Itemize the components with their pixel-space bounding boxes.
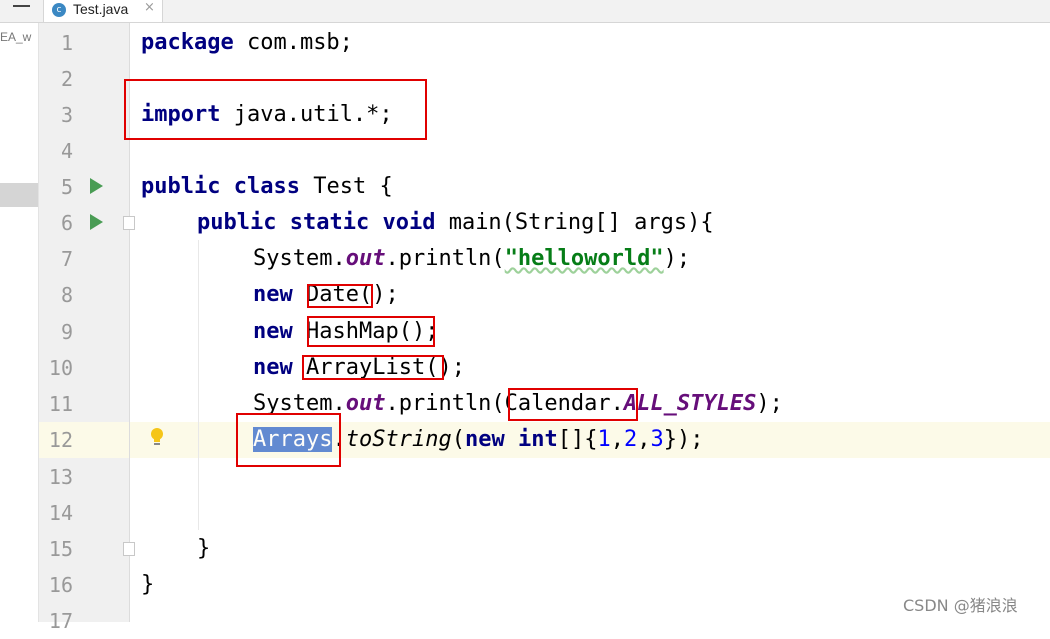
minimize-icon[interactable]	[13, 5, 30, 7]
number-literal: 3	[650, 427, 664, 452]
code-text: }	[141, 572, 155, 597]
code-text: System.	[253, 246, 346, 271]
keyword: void	[382, 210, 436, 235]
line-number: 9	[60, 320, 73, 344]
annotation-box-arrays	[236, 413, 341, 467]
line-number: 8	[60, 283, 73, 307]
code-line-1[interactable]: package com.msb;	[141, 25, 353, 61]
line-number: 1	[60, 31, 73, 55]
line-number: 6	[60, 211, 73, 235]
code-line-6[interactable]: public static void main(String[] args){	[197, 205, 714, 241]
keyword: new	[253, 355, 293, 380]
tab-test-java[interactable]: c Test.java ×	[43, 0, 163, 22]
keyword: public	[141, 174, 221, 199]
keyword: new	[464, 427, 505, 452]
code-text: (	[451, 427, 465, 452]
line-number: 13	[48, 465, 73, 489]
project-tree-selection[interactable]	[0, 183, 38, 207]
keyword: new	[253, 282, 293, 307]
tab-label: Test.java	[73, 1, 129, 17]
code-text: main(String[] args){	[435, 210, 714, 235]
number-literal: 2	[623, 427, 638, 452]
keyword: public	[197, 210, 277, 235]
project-tree-item[interactable]: EA_w	[0, 30, 31, 44]
keyword: static	[289, 210, 370, 235]
code-line-16[interactable]: }	[141, 567, 154, 603]
line-number: 7	[60, 247, 73, 271]
code-text: ,	[610, 427, 624, 452]
fold-icon[interactable]	[123, 542, 135, 556]
line-number: 10	[48, 356, 73, 380]
run-main-icon[interactable]	[90, 214, 103, 230]
line-number: 2	[60, 67, 73, 91]
line-number: 17	[48, 609, 73, 633]
annotation-box-date	[307, 284, 373, 308]
code-line-5[interactable]: public class Test {	[141, 169, 393, 205]
code-text: Test {	[299, 174, 393, 199]
code-text: com.msb;	[233, 30, 353, 55]
watermark: CSDN @猪浪浪	[903, 596, 1018, 615]
code-text: .println(	[385, 246, 505, 271]
code-text: ,	[637, 427, 651, 452]
lightbulb-icon[interactable]	[149, 427, 165, 447]
line-number: 12	[48, 428, 73, 452]
code-text: }	[197, 536, 211, 561]
editor-tab-bar: c Test.java ×	[0, 0, 1050, 23]
code-text: });	[663, 427, 704, 452]
code-line-15[interactable]: }	[197, 531, 210, 567]
line-number: 14	[48, 501, 73, 525]
fold-icon[interactable]	[123, 216, 135, 230]
annotation-box-hashmap	[307, 316, 435, 347]
string-literal: "helloworld"	[504, 246, 664, 271]
line-number: 15	[48, 537, 73, 561]
run-class-icon[interactable]	[90, 178, 103, 194]
keyword: int	[517, 427, 558, 452]
indent-guide	[198, 240, 199, 530]
keyword: new	[253, 319, 293, 344]
code-line-7[interactable]: System.out.println("helloworld");	[253, 241, 690, 277]
line-number: 11	[48, 392, 73, 416]
java-class-icon: c	[52, 3, 66, 17]
line-number: 5	[60, 175, 73, 199]
static-field: out	[345, 391, 386, 416]
method-call: toString	[345, 427, 452, 452]
annotation-box-arraylist	[302, 355, 444, 380]
line-number: 3	[60, 103, 73, 127]
line-number: 16	[48, 573, 73, 597]
number-literal: 1	[597, 427, 611, 452]
keyword: class	[233, 174, 300, 199]
project-panel: EA_w	[0, 23, 39, 622]
close-icon[interactable]: ×	[144, 0, 155, 15]
annotation-box-calendar	[508, 388, 638, 421]
code-text: );	[663, 246, 691, 271]
static-field: out	[345, 246, 386, 271]
static-constant: ALL_STYLES	[623, 391, 757, 416]
annotation-box-import	[124, 79, 427, 140]
keyword: package	[141, 30, 234, 55]
code-text: []{	[557, 427, 598, 452]
code-text: );	[756, 391, 783, 416]
line-number: 4	[60, 139, 73, 163]
